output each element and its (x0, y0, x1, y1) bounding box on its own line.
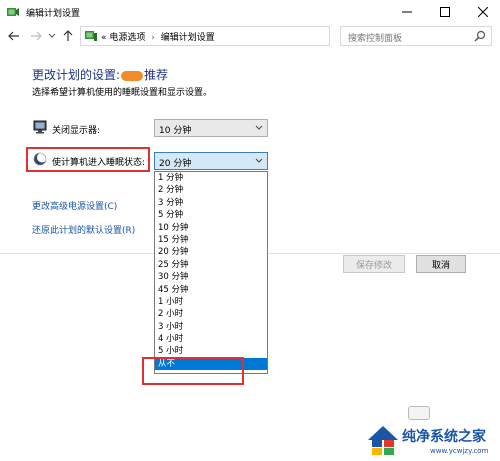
breadcrumb-overflow[interactable]: « (101, 33, 107, 43)
dropdown-option[interactable]: 15 分钟 (155, 234, 267, 246)
minimize-icon (402, 11, 412, 13)
redacted-plan-name (121, 70, 144, 81)
forward-button[interactable] (28, 28, 44, 44)
close-button[interactable] (466, 0, 500, 24)
dropdown-option[interactable]: 3 分钟 (155, 197, 267, 209)
dropdown-option[interactable]: 5 分钟 (155, 209, 267, 221)
page-subtitle: 选择希望计算机使用的睡眠设置和显示设置。 (32, 88, 213, 98)
address-bar[interactable]: « 电源选项 › 编辑计划设置 ↻ (80, 26, 408, 46)
chevron-down-icon (255, 125, 263, 130)
dropdown-option[interactable]: 1 分钟 (155, 172, 267, 184)
maximize-icon (440, 7, 450, 17)
dropdown-option[interactable]: 45 分钟 (155, 284, 267, 296)
search-input[interactable]: 搜索控制面板 (340, 26, 492, 46)
dropdown-option[interactable]: 5 小时 (155, 345, 267, 357)
chevron-down-icon (255, 158, 263, 163)
minimize-button[interactable] (390, 0, 424, 24)
dropdown-option[interactable]: 2 分钟 (155, 184, 267, 196)
display-off-value: 10 分钟 (159, 126, 192, 136)
watermark-logo (368, 426, 398, 455)
sleep-dropdown-list: 1 分钟 2 分钟 3 分钟 5 分钟 10 分钟 15 分钟 20 分钟 25 分钟 30 分… (154, 171, 268, 374)
page-title-prefix: 更改计划的设置: (32, 68, 121, 82)
window-title: 编辑计划设置 (26, 9, 81, 19)
watermark-url: www.ycwjzy.com (430, 447, 489, 455)
display-off-dropdown[interactable]: 10 分钟 (154, 119, 268, 137)
power-options-icon (7, 8, 19, 16)
save-button[interactable]: 保存修改 (343, 255, 405, 273)
back-arrow-icon (8, 31, 19, 41)
page-title-suffix: 推荐 (144, 68, 169, 82)
up-button[interactable] (60, 28, 76, 44)
dropdown-option[interactable]: 30 分钟 (155, 271, 267, 283)
sleep-dropdown[interactable]: 20 分钟 (154, 152, 268, 170)
close-icon (478, 7, 488, 17)
moon-icon (33, 152, 47, 166)
recent-locations-button[interactable] (44, 28, 60, 44)
page-title: 更改计划的设置: 推荐 (32, 66, 168, 83)
cancel-button[interactable]: 取消 (416, 255, 466, 273)
search-placeholder: 搜索控制面板 (348, 34, 403, 44)
search-icon[interactable] (474, 30, 486, 42)
dropdown-option[interactable]: 3 小时 (155, 321, 267, 333)
dropdown-option[interactable]: 10 分钟 (155, 222, 267, 234)
restore-defaults-link[interactable]: 还原此计划的默认设置(R) (32, 223, 135, 236)
breadcrumb-item-edit-plan[interactable]: 编辑计划设置 (161, 33, 215, 43)
control-panel-icon (85, 31, 97, 41)
watermark-text: 纯净系统之家 (402, 429, 486, 445)
monitor-icon (33, 120, 47, 134)
breadcrumb-separator: › (151, 33, 155, 43)
dropdown-option[interactable]: 25 分钟 (155, 259, 267, 271)
dropdown-option[interactable]: 4 小时 (155, 333, 267, 345)
sleep-label: 使计算机进入睡眠状态: (52, 158, 146, 168)
dropdown-option[interactable]: 2 小时 (155, 308, 267, 320)
sleep-value: 20 分钟 (159, 159, 192, 169)
up-arrow-icon (63, 30, 73, 41)
back-button[interactable] (6, 28, 22, 44)
never-option-highlight (142, 357, 244, 385)
maximize-button[interactable] (428, 0, 462, 24)
navigation-bar: « 电源选项 › 编辑计划设置 ↻ 搜索控制面板 (0, 24, 500, 48)
dropdown-option[interactable]: 1 小时 (155, 296, 267, 308)
dropdown-option[interactable]: 20 分钟 (155, 246, 267, 258)
title-bar: 编辑计划设置 (0, 0, 500, 24)
forward-arrow-icon (31, 31, 42, 41)
watermark-badge (408, 406, 430, 420)
breadcrumb-item-power-options[interactable]: 电源选项 (109, 33, 145, 43)
breadcrumb: « 电源选项 › 编辑计划设置 (101, 30, 215, 43)
advanced-power-settings-link[interactable]: 更改高级电源设置(C) (32, 199, 117, 212)
display-off-label: 关闭显示器: (52, 126, 101, 136)
chevron-down-icon (48, 33, 56, 38)
